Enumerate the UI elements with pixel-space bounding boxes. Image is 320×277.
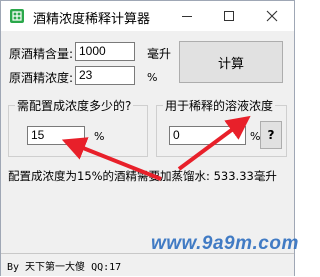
orig-amount-input[interactable]: 1000 [75,42,135,61]
orig-conc-input[interactable]: 23 [75,66,135,85]
status-text: By 天下第一大傻 QQ:17 [7,262,122,273]
calculate-button[interactable]: 计算 [179,41,283,83]
window-title: 酒精浓度稀释计算器 [33,12,151,27]
app-icon [9,8,25,24]
orig-amount-label: 原酒精含量: [9,47,74,61]
result-text: 配置成浓度为15%的酒精需要加蒸馏水: 533.33毫升 [8,169,277,183]
dilute-concentration-unit: % [250,130,261,143]
orig-conc-label: 原酒精浓度: [9,71,74,85]
minimize-icon[interactable] [166,1,208,31]
dilute-concentration-legend: 用于稀释的溶液浓度 [163,97,276,114]
target-concentration-input[interactable]: 15 [27,126,85,145]
title-bar[interactable]: 酒精浓度稀释计算器 [1,1,294,31]
orig-amount-unit: 毫升 [147,47,172,61]
watermark: www.9a9m.com [151,233,299,254]
status-bar: By 天下第一大傻 QQ:17 [1,253,294,276]
maximize-icon[interactable] [208,1,250,31]
orig-conc-unit: % [147,71,158,84]
close-icon[interactable] [251,1,293,31]
target-concentration-unit: % [94,130,105,143]
target-concentration-legend: 需配置成浓度多少的? [15,97,134,114]
app-window: 酒精浓度稀释计算器 原酒精含量: 1000 毫升 原酒精浓度: 23 % 计算 … [0,0,298,276]
dilute-concentration-input[interactable]: 0 [169,126,246,145]
help-button[interactable]: ? [260,121,282,149]
